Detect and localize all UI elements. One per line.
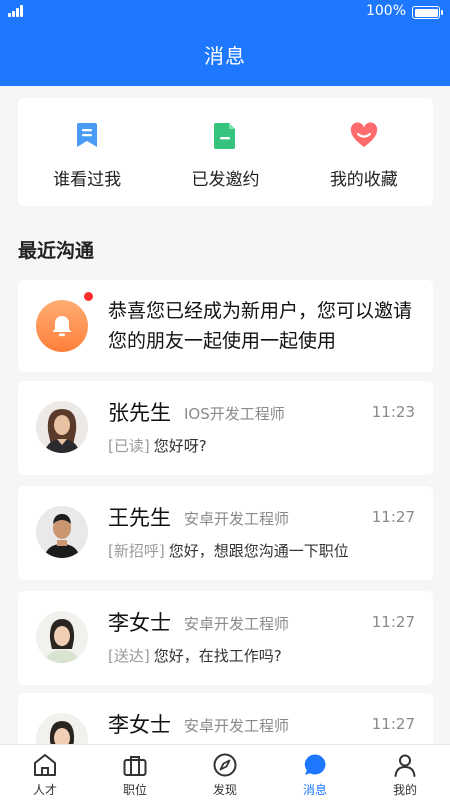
shortcut-viewed-me[interactable]: 谁看过我 <box>18 98 156 206</box>
job-title: 安卓开发工程师 <box>184 615 290 633</box>
tab-label: 发现 <box>212 783 237 797</box>
tab-discover[interactable]: 发现 <box>180 745 270 800</box>
job-title: IOS开发工程师 <box>184 405 285 423</box>
message-status-tag: [送达] <box>108 647 150 665</box>
compass-icon <box>213 753 237 777</box>
bell-icon <box>36 300 88 352</box>
top-bar: 100% 消息 <box>0 0 450 86</box>
message-text: 您好，在找工作吗? <box>153 647 282 665</box>
avatar <box>36 506 88 558</box>
job-title: 安卓开发工程师 <box>184 717 290 735</box>
tab-label: 人才 <box>32 783 57 797</box>
home-icon <box>34 754 56 776</box>
chat-bubble-icon <box>304 754 326 775</box>
message-text: 您好呀? <box>153 437 207 455</box>
battery-icon <box>412 6 443 19</box>
message-preview: [新招呼] 您好，想跟您沟通一下职位 <box>108 540 349 561</box>
unread-dot <box>84 292 93 301</box>
shortcut-label: 我的收藏 <box>329 170 398 190</box>
tab-jobs[interactable]: 职位 <box>90 745 180 800</box>
section-title: 最近沟通 <box>18 240 95 262</box>
tab-profile[interactable]: 我的 <box>360 745 450 800</box>
chat-item[interactable]: 张先生 IOS开发工程师 11:23 [已读] 您好呀? <box>18 381 433 475</box>
tab-messages[interactable]: 消息 <box>270 745 360 800</box>
heart-icon <box>350 122 377 147</box>
user-icon <box>394 754 416 777</box>
message-time: 11:27 <box>371 613 415 631</box>
page-title: 消息 <box>204 44 246 68</box>
message-time: 11:23 <box>371 403 415 421</box>
bookmark-icon <box>77 123 98 147</box>
tab-label: 消息 <box>302 783 327 797</box>
message-status-tag: [新招呼] <box>108 542 165 560</box>
shortcut-favorites[interactable]: 我的收藏 <box>295 98 433 206</box>
message-time: 11:27 <box>371 715 415 733</box>
avatar <box>36 401 88 453</box>
tab-label: 我的 <box>392 783 417 797</box>
message-preview: [已读] 您好呀? <box>108 435 207 456</box>
signal-icon <box>8 5 26 17</box>
contact-name: 王先生 <box>108 506 171 530</box>
bottom-tab-bar: 人才 职位 发现 消息 我的 <box>0 744 450 800</box>
notice-text: 恭喜您已经成为新用户，您可以邀请您的朋友一起使用一起使用 <box>108 300 413 352</box>
briefcase-icon <box>123 756 147 776</box>
shortcut-sent-invites[interactable]: 已发邀约 <box>156 98 294 206</box>
chat-item[interactable]: 李女士 安卓开发工程师 11:27 [送达] 您好，在找工作吗? <box>18 591 433 685</box>
tab-label: 职位 <box>122 783 147 797</box>
shortcut-label: 谁看过我 <box>53 170 122 190</box>
shortcut-label: 已发邀约 <box>191 170 260 190</box>
contact-name: 张先生 <box>108 401 171 425</box>
message-preview: [送达] 您好，在找工作吗? <box>108 645 282 666</box>
chat-item[interactable]: 王先生 安卓开发工程师 11:27 [新招呼] 您好，想跟您沟通一下职位 <box>18 486 433 580</box>
status-bar: 100% <box>0 0 450 24</box>
shortcut-card: 谁看过我 已发邀约 我的收藏 <box>18 98 433 206</box>
message-status-tag: [已读] <box>108 437 150 455</box>
battery-percentage: 100% <box>365 3 406 19</box>
message-time: 11:27 <box>371 508 415 526</box>
avatar <box>36 611 88 663</box>
document-icon <box>214 123 236 149</box>
job-title: 安卓开发工程师 <box>184 510 290 528</box>
contact-name: 李女士 <box>108 713 171 737</box>
message-text: 您好，想跟您沟通一下职位 <box>168 542 349 560</box>
tab-talent[interactable]: 人才 <box>0 745 90 800</box>
system-notice-item[interactable]: 恭喜您已经成为新用户，您可以邀请您的朋友一起使用一起使用 <box>18 280 433 372</box>
contact-name: 李女士 <box>108 611 171 635</box>
